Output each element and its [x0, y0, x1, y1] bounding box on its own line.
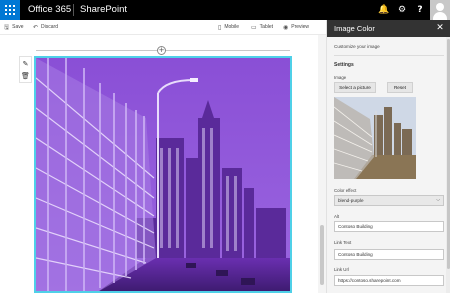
link-url-field[interactable]: https://contoso.sharepoint.com: [334, 275, 444, 286]
save-label: Save: [12, 24, 24, 30]
link-text-label: Link Text: [334, 240, 352, 245]
image-webpart[interactable]: [34, 56, 292, 293]
alt-label: Alt: [334, 214, 340, 219]
gear-icon[interactable]: ⚙: [393, 0, 411, 20]
mobile-label: Mobile: [224, 24, 240, 30]
page-canvas: + ✎ 🗑: [0, 35, 326, 293]
canvas-scrollbar[interactable]: [318, 35, 326, 293]
pane-scrollbar[interactable]: [446, 37, 450, 293]
suite-app-name[interactable]: SharePoint: [80, 4, 127, 16]
save-button[interactable]: 🖫 Save: [4, 22, 24, 33]
mobile-icon: ▯: [218, 24, 222, 31]
tablet-button[interactable]: ▭ Tablet: [251, 22, 273, 33]
color-effect-label: Color effect: [334, 188, 357, 193]
preview-label: Preview: [291, 24, 310, 30]
alt-field[interactable]: Contoso Building: [334, 221, 444, 232]
reset-button[interactable]: Reset: [387, 82, 413, 93]
image-preview-thumbnail: [334, 97, 416, 179]
suite-divider: [73, 4, 74, 16]
webpart-toolbar: ✎ 🗑: [19, 56, 32, 83]
pane-divider: [334, 55, 444, 56]
avatar[interactable]: [430, 0, 450, 20]
suite-bar: Office 365 SharePoint 🔔 ⚙ ?: [0, 0, 450, 20]
edit-icon[interactable]: ✎: [20, 58, 31, 70]
pane-title: Image Color: [334, 24, 375, 33]
color-effect-dropdown[interactable]: blend-purple ⌵: [334, 195, 444, 206]
bell-icon[interactable]: 🔔: [375, 0, 393, 20]
link-url-label: Link Url: [334, 267, 349, 272]
select-picture-button[interactable]: Select a picture: [334, 82, 376, 93]
discard-label: Discard: [41, 24, 58, 30]
save-icon: 🖫: [4, 24, 10, 31]
add-webpart-button[interactable]: +: [157, 46, 166, 55]
discard-button[interactable]: ↶ Discard: [33, 22, 58, 33]
tablet-icon: ▭: [251, 24, 257, 31]
pane-header: Image Color ✕: [327, 20, 450, 37]
undo-icon: ↶: [33, 24, 39, 31]
settings-heading: Settings: [334, 62, 354, 68]
image-label: Image: [334, 75, 347, 80]
pane-description: Customize your image: [334, 44, 380, 49]
color-effect-value: blend-purple: [338, 198, 364, 203]
preview-button[interactable]: ◉ Preview: [283, 22, 309, 33]
city-bridge-photo: [36, 58, 290, 291]
command-bar: 🖫 Save ↶ Discard ▯ Mobile ▭ Tablet ◉ Pre…: [0, 20, 326, 35]
tablet-label: Tablet: [259, 24, 274, 30]
chevron-down-icon: ⌵: [436, 197, 440, 203]
eye-icon: ◉: [283, 24, 289, 31]
link-text-field[interactable]: Contoso Building: [334, 249, 444, 260]
waffle-icon: [5, 5, 15, 15]
suite-brand[interactable]: Office 365: [28, 4, 71, 16]
canvas-scroll-thumb[interactable]: [320, 225, 324, 285]
property-pane: Image Color ✕ Customize your image Setti…: [326, 20, 450, 293]
app-launcher-button[interactable]: [0, 0, 20, 20]
help-icon[interactable]: ?: [411, 0, 429, 20]
close-icon[interactable]: ✕: [433, 22, 447, 35]
trash-icon[interactable]: 🗑: [20, 70, 31, 82]
mobile-button[interactable]: ▯ Mobile: [218, 22, 239, 33]
